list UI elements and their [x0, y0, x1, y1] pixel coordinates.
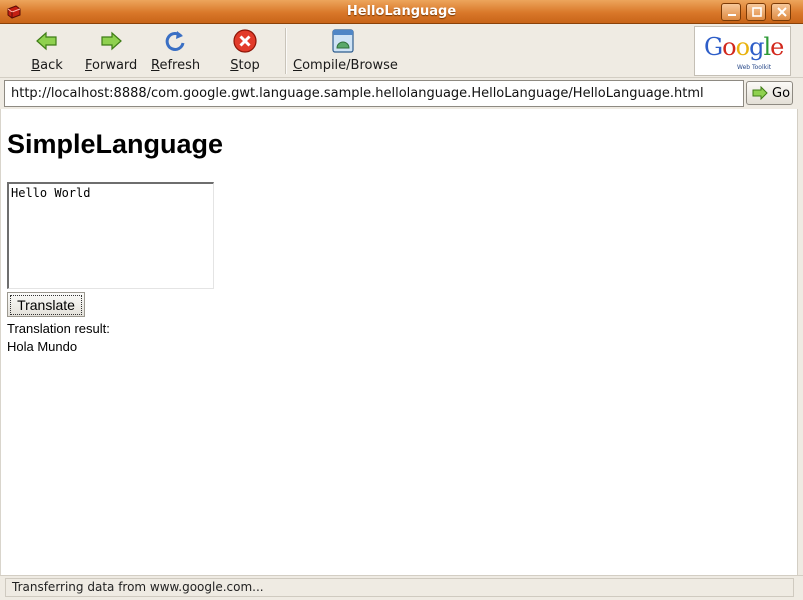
back-label: ack — [40, 58, 63, 73]
content-scroll-edge — [797, 109, 803, 575]
browser-toolbar: Back Forward Refresh Stop Compile/Browse… — [0, 24, 803, 78]
compile-browse-icon — [332, 29, 354, 53]
translate-button[interactable]: Translate — [7, 292, 85, 317]
url-input[interactable]: http://localhost:8888/com.google.gwt.lan… — [4, 80, 744, 107]
refresh-button[interactable]: Refresh — [151, 28, 201, 74]
close-icon — [777, 7, 787, 17]
go-label: Go — [772, 86, 791, 101]
stop-label: top — [238, 58, 260, 73]
refresh-icon — [165, 31, 185, 51]
forward-accel: F — [85, 58, 93, 73]
minimize-icon — [728, 14, 736, 16]
window-titlebar[interactable]: HelloLanguage — [0, 0, 803, 24]
maximize-button[interactable] — [746, 3, 766, 21]
compile-browse-label: ompile/Browse — [302, 58, 398, 73]
stop-icon — [233, 29, 257, 53]
minimize-button[interactable] — [721, 3, 741, 21]
translate-label: Translate — [10, 295, 82, 315]
window-title: HelloLanguage — [346, 4, 457, 19]
close-button[interactable] — [771, 3, 791, 21]
status-bar: Transferring data from www.google.com... — [0, 575, 803, 600]
back-button[interactable]: Back — [28, 28, 66, 74]
compile-accel: C — [293, 58, 303, 73]
forward-button[interactable]: Forward — [85, 28, 137, 74]
page-title: SimpleLanguage — [7, 129, 224, 159]
maximize-icon — [752, 7, 762, 17]
stop-button[interactable]: Stop — [229, 28, 261, 74]
translation-result-value: Hola Mundo — [7, 339, 78, 354]
go-arrow-icon — [752, 86, 768, 100]
go-button[interactable]: Go — [746, 81, 793, 105]
back-accel: B — [31, 58, 41, 73]
address-bar: http://localhost:8888/com.google.gwt.lan… — [0, 78, 803, 109]
gwt-logo-subtitle: Web Toolkit — [737, 64, 772, 71]
status-text: Transferring data from www.google.com... — [5, 578, 794, 597]
google-logo-word: Google — [704, 33, 784, 61]
back-arrow-icon — [36, 31, 57, 51]
source-text-area[interactable]: Hello World — [7, 182, 214, 289]
forward-label: orward — [92, 58, 138, 73]
forward-arrow-icon — [101, 31, 122, 51]
toolbar-separator — [285, 28, 287, 74]
google-web-toolkit-logo: Google Web Toolkit — [694, 26, 791, 76]
page-content: SimpleLanguage Hello World Translate Tra… — [0, 109, 797, 575]
refresh-label: efresh — [159, 58, 201, 73]
translation-result-label: Translation result: — [7, 321, 110, 336]
compile-browse-button[interactable]: Compile/Browse — [293, 28, 398, 74]
